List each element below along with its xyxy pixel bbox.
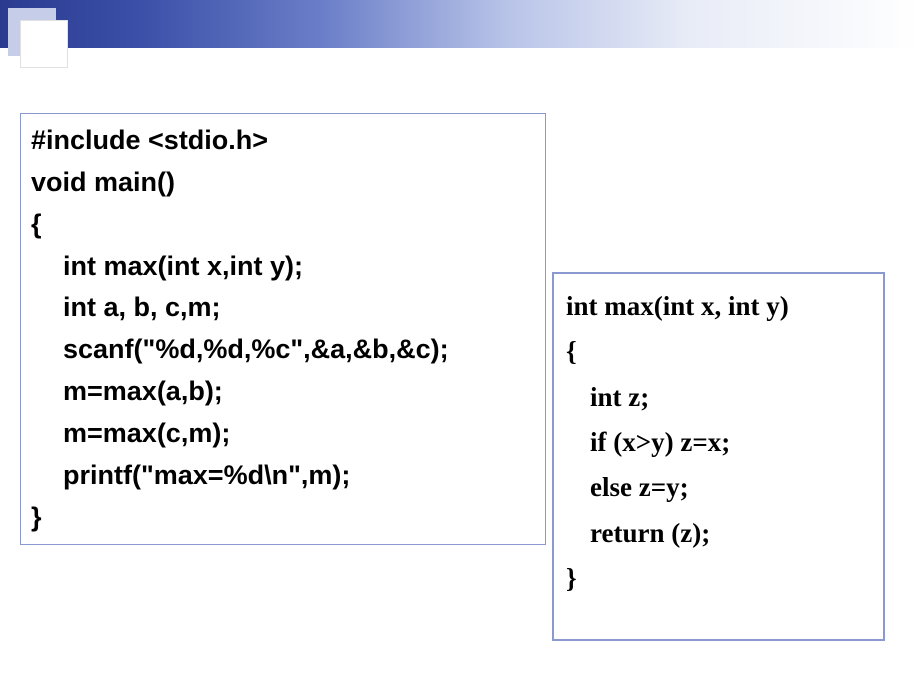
code-line: else z=y; — [566, 465, 871, 510]
code-line: #include <stdio.h> — [31, 120, 535, 162]
code-line: m=max(a,b); — [31, 371, 535, 413]
code-line: int z; — [566, 375, 871, 420]
code-line: if (x>y) z=x; — [566, 420, 871, 465]
code-line: return (z); — [566, 511, 871, 556]
code-line: int a, b, c,m; — [31, 287, 535, 329]
code-line: int max(int x, int y) — [566, 284, 871, 329]
code-line: void main() — [31, 162, 535, 204]
main-code-box: #include <stdio.h> void main() { int max… — [20, 113, 546, 545]
code-line: m=max(c,m); — [31, 413, 535, 455]
header-gradient — [0, 0, 920, 48]
code-line: int max(int x,int y); — [31, 246, 535, 288]
code-line: { — [31, 204, 535, 246]
code-line: } — [566, 556, 871, 601]
function-code-box: int max(int x, int y) { int z; if (x>y) … — [552, 272, 885, 641]
code-line: { — [566, 329, 871, 374]
header-decorative-square-front — [20, 20, 68, 68]
code-line: scanf("%d,%d,%c",&a,&b,&c); — [31, 329, 535, 371]
code-line: } — [31, 497, 535, 539]
code-line: printf("max=%d\n",m); — [31, 455, 535, 497]
